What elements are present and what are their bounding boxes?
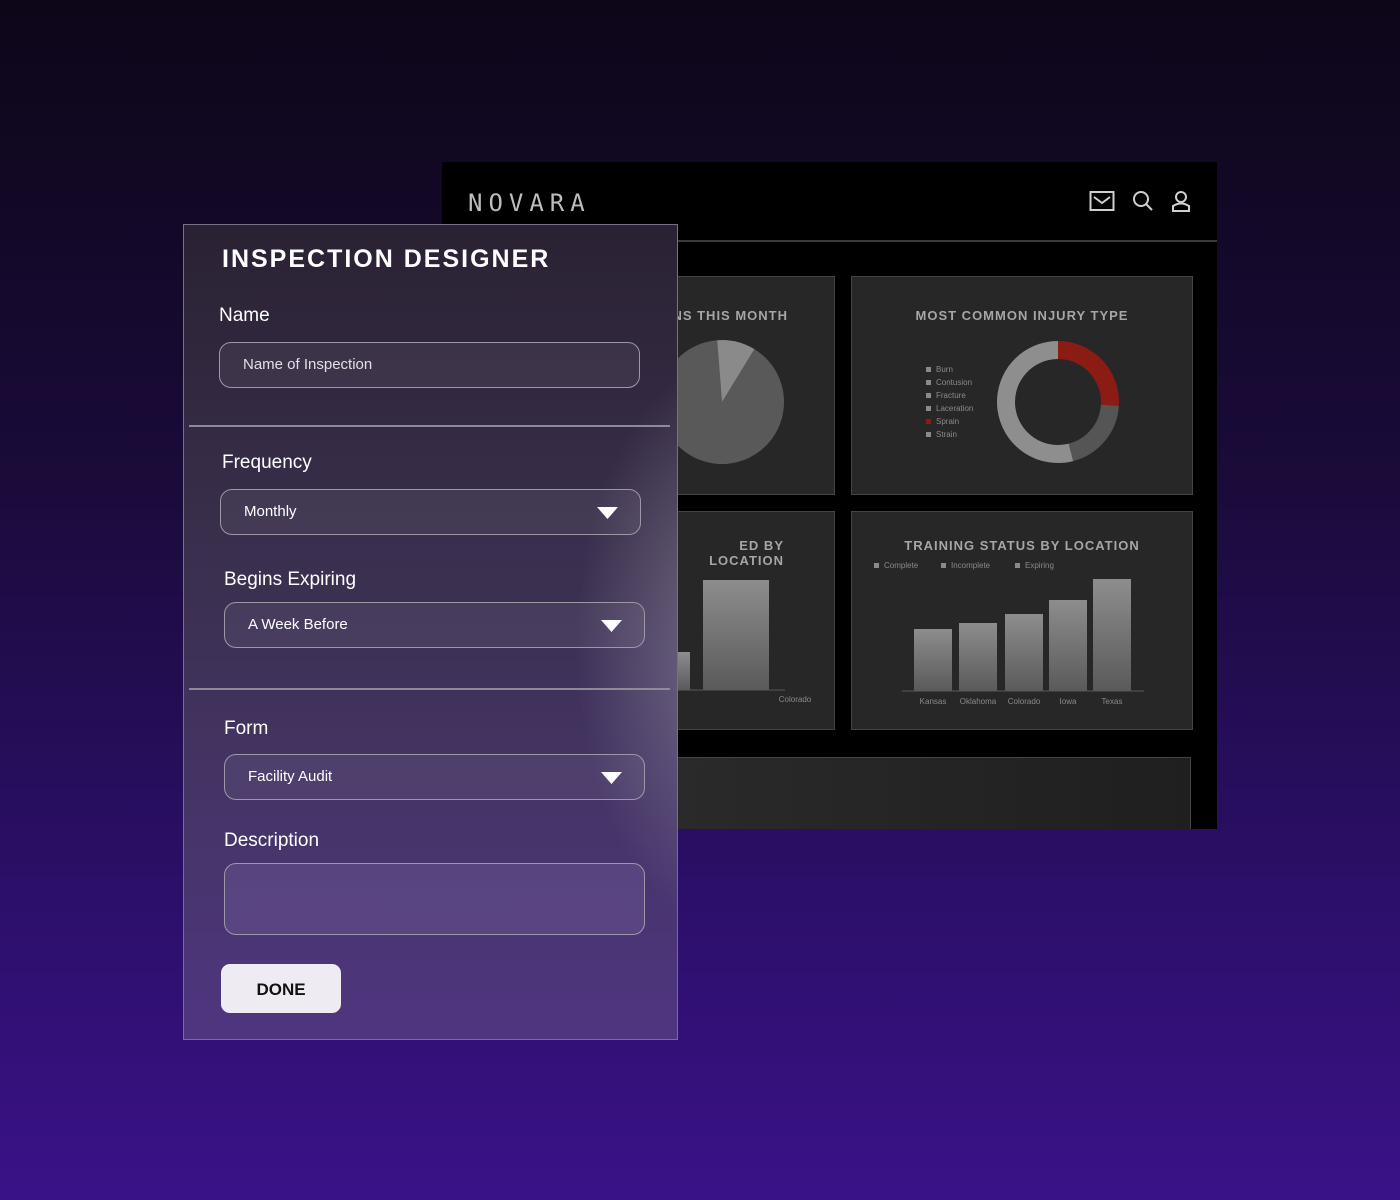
donut-slice <box>1057 341 1119 406</box>
category-label: Kansas <box>920 697 947 706</box>
location-card: ED BY LOCATION Colorado <box>669 511 835 730</box>
bottom-card <box>669 757 1191 829</box>
frequency-value: Monthly <box>244 503 297 520</box>
brand-logo: NOVARA <box>468 189 591 217</box>
injury-donut-chart <box>997 341 1119 463</box>
inspection-designer-panel: INSPECTION DESIGNER Name Name of Inspect… <box>183 224 678 1040</box>
chart-bar <box>914 629 952 691</box>
form-label: Form <box>224 718 269 739</box>
panel-title: INSPECTION DESIGNER <box>222 245 551 273</box>
chart-bar <box>1005 614 1043 691</box>
chevron-down-icon <box>597 507 618 519</box>
mail-icon[interactable] <box>1089 190 1115 212</box>
donut-slice <box>1068 404 1119 462</box>
name-input[interactable]: Name of Inspection <box>219 342 640 388</box>
chart-bar <box>959 623 997 691</box>
description-textarea[interactable] <box>224 863 645 935</box>
user-icon[interactable] <box>1171 190 1191 212</box>
form-value: Facility Audit <box>248 768 333 785</box>
injury-card: MOST COMMON INJURY TYPE Burn Contusion F… <box>851 276 1193 495</box>
chevron-down-icon <box>601 772 622 784</box>
frequency-select[interactable]: Monthly <box>220 489 641 535</box>
divider <box>189 688 670 690</box>
category-label: Colorado <box>1008 697 1041 706</box>
name-placeholder: Name of Inspection <box>243 356 373 373</box>
chart-bar <box>1093 579 1131 691</box>
begins-expiring-label: Begins Expiring <box>224 569 357 590</box>
description-label: Description <box>224 830 320 851</box>
inspections-pie-chart <box>670 340 784 464</box>
chevron-down-icon <box>601 620 622 632</box>
chart-bar <box>703 580 769 690</box>
begins-expiring-select[interactable]: A Week Before <box>224 602 645 648</box>
chart-bar <box>1049 600 1087 691</box>
frequency-label: Frequency <box>222 452 312 473</box>
inspections-card: NS THIS MONTH <box>669 276 835 495</box>
form-select[interactable]: Facility Audit <box>224 754 645 800</box>
category-label: Iowa <box>1060 697 1077 706</box>
donut-slice <box>997 341 1074 463</box>
done-button[interactable]: DONE <box>221 964 341 1013</box>
name-label: Name <box>219 305 270 326</box>
divider <box>189 425 670 427</box>
training-card: TRAINING STATUS BY LOCATION Complete Inc… <box>851 511 1193 730</box>
category-label: Texas <box>1102 697 1123 706</box>
begins-expiring-value: A Week Before <box>248 616 348 633</box>
category-label: Oklahoma <box>960 697 997 706</box>
search-icon[interactable] <box>1132 190 1154 212</box>
training-bar-chart: Kansas Oklahoma Colorado Iowa Texas <box>902 579 1144 706</box>
